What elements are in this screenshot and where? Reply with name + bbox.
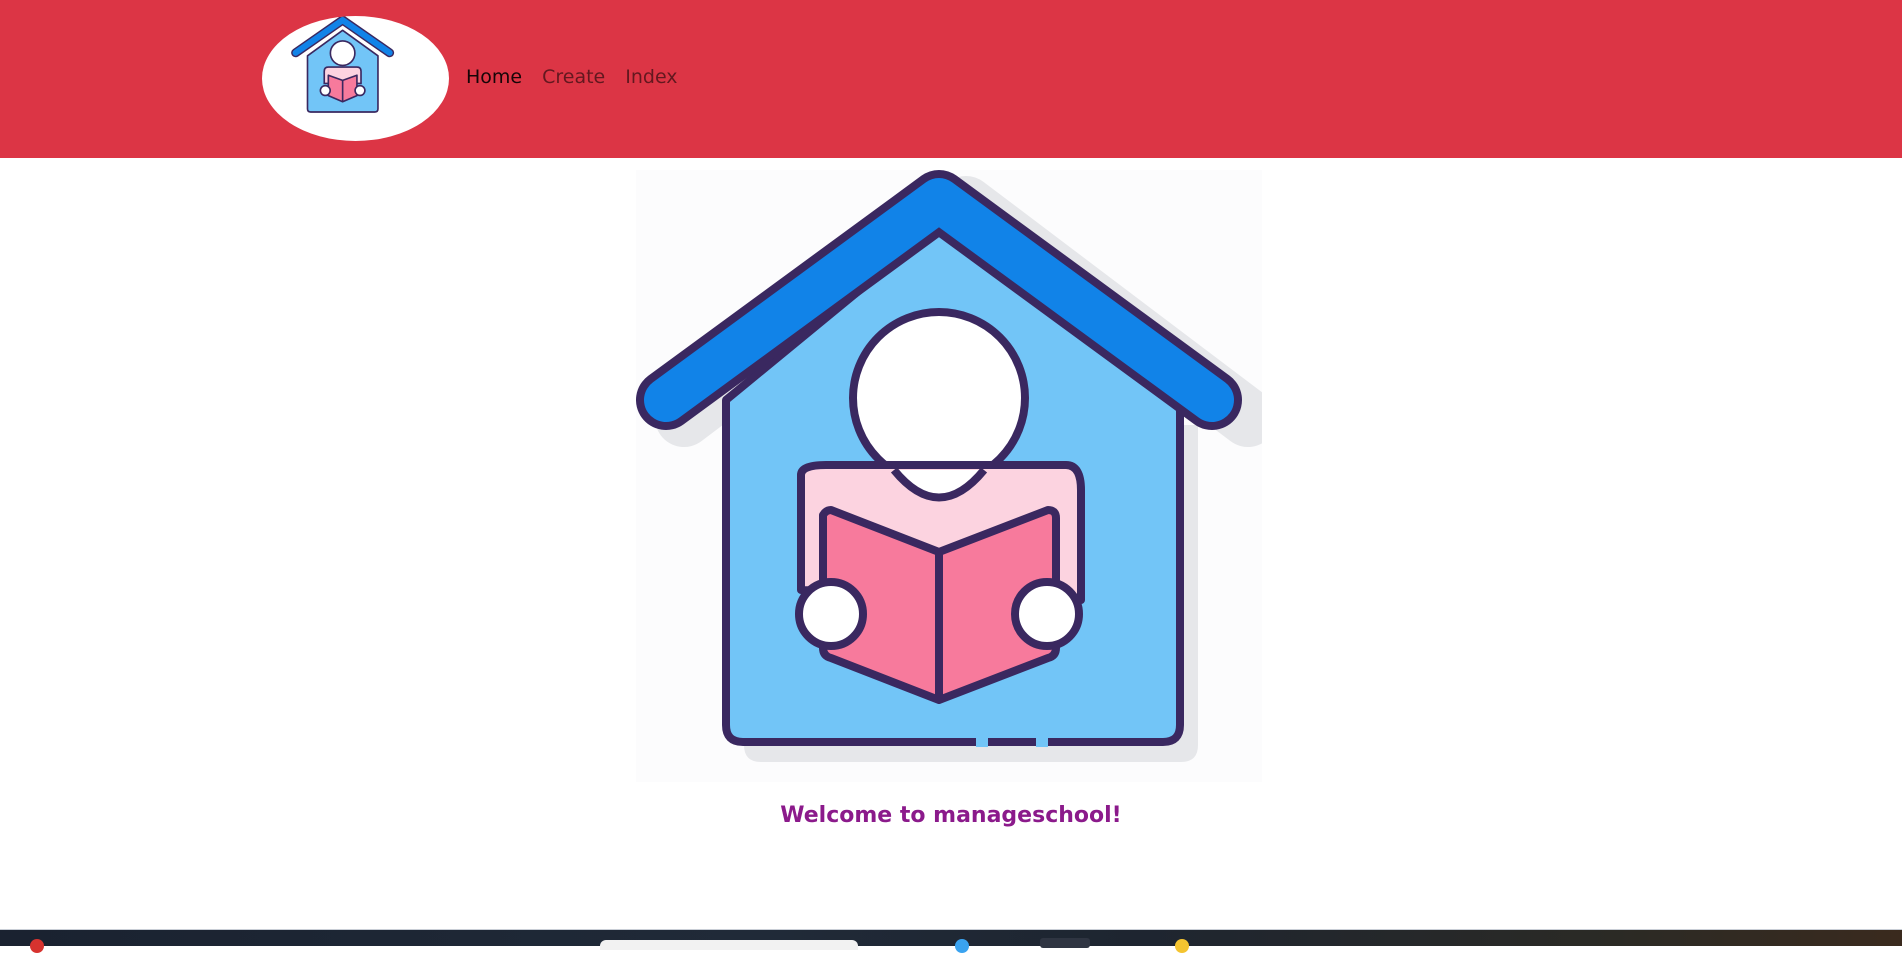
taskbar-app-icon[interactable] — [30, 939, 44, 953]
main-nav: Home Create Index — [466, 66, 678, 88]
taskbar-app-icon[interactable] — [1175, 939, 1189, 953]
brand-logo-link[interactable] — [262, 16, 449, 141]
taskbar-search-box[interactable] — [600, 940, 858, 950]
welcome-heading: Welcome to manageschool! — [780, 803, 1122, 828]
school-house-reading-icon — [636, 170, 1262, 782]
taskbar-app-icon[interactable] — [1040, 938, 1090, 948]
nav-link-home[interactable]: Home — [466, 66, 522, 88]
school-house-logo-icon — [291, 16, 395, 113]
top-navbar: Home Create Index — [0, 0, 1902, 158]
nav-link-create[interactable]: Create — [542, 66, 605, 88]
nav-link-index[interactable]: Index — [625, 66, 677, 88]
os-taskbar — [0, 929, 1902, 953]
taskbar-app-icon[interactable] — [955, 939, 969, 953]
hero-illustration — [636, 170, 1262, 782]
